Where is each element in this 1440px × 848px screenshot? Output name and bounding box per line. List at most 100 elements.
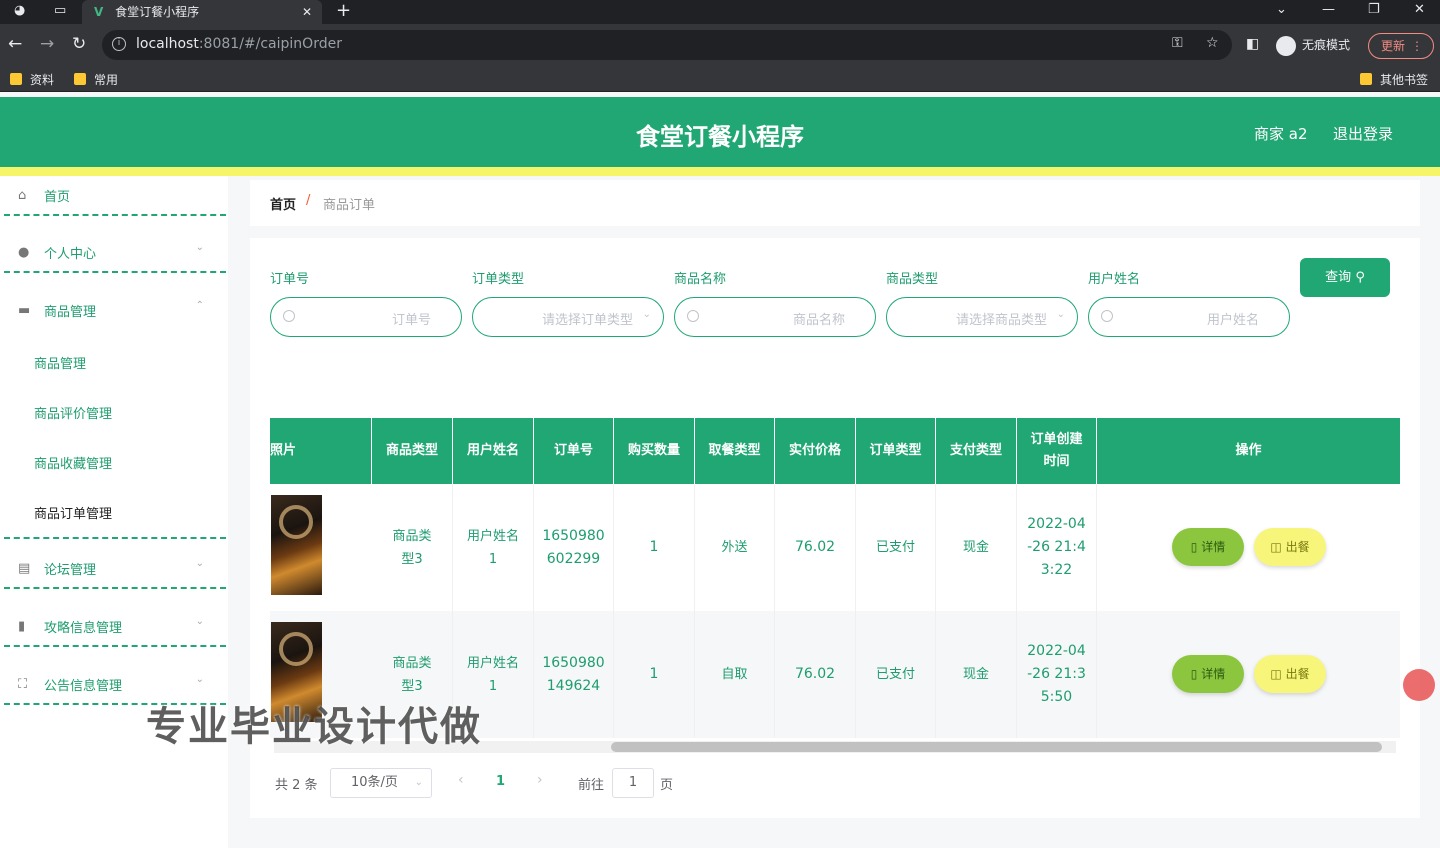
browser-tab[interactable]: V 食堂订餐小程序 ✕ [82,0,322,24]
order-no-label: 订单号 [270,272,310,287]
chevron-down-icon: ⌄ [195,558,204,569]
sidebar-item-label: 个人中心 [44,247,97,262]
select-placeholder: 请选择订单类型 [541,313,633,328]
sub-item-goods-manage[interactable]: 商品管理 [34,353,86,372]
browser-tab-bar: ◕ ▭ V 食堂订餐小程序 ✕ + ⌄ — ❐ ✕ [0,0,1440,24]
tab-overview-icon[interactable]: ▭ [54,3,66,18]
forward-icon[interactable]: → [40,34,54,54]
serve-button[interactable]: ◫ 出餐 [1254,655,1326,693]
browser-menu-icon[interactable]: ◕ [14,3,25,18]
col-header: 取餐类型 [695,418,775,484]
food-photo [271,495,322,595]
goto-page-input[interactable]: 1 [612,768,654,798]
home-icon: ⌂ [18,188,27,203]
cell-pickup-type: 外送 [695,484,775,611]
vue-logo-icon: V [94,5,104,19]
breadcrumb: 首页 / 商品订单 [250,180,1420,226]
goto-label: 前往 [578,778,605,793]
input-placeholder: 商品名称 [792,313,845,328]
sidebar-item-guide[interactable]: ▮ 攻略信息管理 ⌄ [4,607,226,647]
detail-button[interactable]: ▯ 详情 [1172,655,1244,693]
detail-button[interactable]: ▯ 详情 [1172,528,1244,566]
restore-icon[interactable]: ❐ [1368,0,1380,20]
page-unit-label: 页 [660,778,674,793]
goods-type-label: 商品类型 [886,272,939,287]
sidebar-item-goods[interactable]: ▬ 商品管理 ⌃ [4,291,226,331]
close-window-icon[interactable]: ✕ [1414,0,1425,20]
breadcrumb-current: 商品订单 [323,198,376,213]
table-header: 照片 商品类型 用户姓名 订单号 购买数量 取餐类型 实付价格 订单类型 支付类… [270,418,1400,484]
col-header: 用户姓名 [453,418,534,484]
col-header: 订单类型 [856,418,936,484]
chevron-down-icon: ⌄ [195,616,204,627]
col-header: 订单创建时间 [1017,418,1097,484]
page-size-select[interactable]: 10条/页 ⌄ [330,768,432,798]
watermark-text: 专业毕业设计代做 [146,704,482,750]
prev-page-icon[interactable]: ‹ [458,772,464,788]
side-panel-icon[interactable]: ◧ [1246,34,1259,54]
bookmark-star-icon[interactable]: ☆ [1206,35,1219,51]
incognito-indicator[interactable]: 无痕模式 [1276,32,1350,58]
site-info-icon[interactable]: i [112,37,126,51]
query-button[interactable]: 查询 ⚲ [1300,258,1390,297]
breadcrumb-home[interactable]: 首页 [270,194,296,213]
key-icon[interactable]: ⚿ [1172,35,1183,51]
header-accent-strip [0,167,1440,176]
sidebar-divider [4,499,226,539]
tab-search-icon[interactable]: ⌄ [1276,0,1287,20]
url-input[interactable]: i localhost:8081/#/caipinOrder ⚿ ☆ [102,30,1232,60]
cell-quantity: 1 [614,484,695,611]
bookmark-folder[interactable]: 资料 [10,71,54,88]
sidebar-item-forum[interactable]: ▤ 论坛管理 ⌄ [4,549,226,589]
order-no-input[interactable]: 订单号 [270,297,462,337]
order-type-select[interactable]: 请选择订单类型 ⌄ [472,297,664,337]
sub-item-goods-review[interactable]: 商品评价管理 [34,403,112,422]
cell-price: 76.02 [775,484,856,611]
next-page-icon[interactable]: › [537,772,543,788]
bookmark-folder[interactable]: 常用 [74,71,118,88]
cell-order-type: 已支付 [856,611,936,738]
close-tab-icon[interactable]: ✕ [302,0,312,24]
goods-name-input[interactable]: 商品名称 [674,297,876,337]
cell-quantity: 1 [614,611,695,738]
minimize-icon[interactable]: — [1322,0,1335,20]
cell-price: 76.02 [775,611,856,738]
breadcrumb-separator: / [306,193,311,208]
orders-table: 照片 商品类型 用户姓名 订单号 购买数量 取餐类型 实付价格 订单类型 支付类… [270,418,1400,740]
folder-icon [10,73,22,85]
goods-type-select[interactable]: 请选择商品类型 ⌄ [886,297,1078,337]
cell-pay-type: 现金 [936,484,1017,611]
back-icon[interactable]: ← [8,34,22,54]
chevron-down-icon: ⌄ [195,242,204,253]
app-title: 食堂订餐小程序 [636,123,804,151]
current-page[interactable]: 1 [496,774,505,789]
cell-user-name: 用户姓名1 [453,484,534,611]
sub-item-goods-favorite[interactable]: 商品收藏管理 [34,453,112,472]
cell-order-no: 1650980149624 [534,611,614,738]
address-bar: ← → ↻ i localhost:8081/#/caipinOrder ⚿ ☆… [0,24,1440,66]
col-header: 订单号 [534,418,614,484]
user-name-input[interactable]: 用户姓名 [1088,297,1290,337]
more-menu-icon: ⋮ [1411,39,1423,53]
logout-link[interactable]: 退出登录 [1333,123,1393,144]
sidebar-item-profile[interactable]: ● 个人中心 ⌄ [4,233,226,273]
scrollbar-thumb[interactable] [611,742,1382,752]
reload-icon[interactable]: ↻ [72,34,86,54]
col-header: 支付类型 [936,418,1017,484]
other-bookmarks[interactable]: 其他书签 [1360,71,1428,88]
serve-button[interactable]: ◫ 出餐 [1254,528,1326,566]
update-button[interactable]: 更新 ⋮ [1368,33,1434,59]
col-header: 实付价格 [775,418,856,484]
col-header: 购买数量 [614,418,695,484]
new-tab-icon[interactable]: + [336,0,351,22]
table-row: 商品类型3 用户姓名1 1650980602299 1 外送 76.02 已支付… [270,484,1400,611]
col-header: 商品类型 [372,418,453,484]
sidebar-item-home[interactable]: ⌂ 首页 [4,176,226,216]
sidebar-item-label: 论坛管理 [44,563,97,578]
cursor-highlight [1403,669,1435,701]
chevron-up-icon: ⌃ [195,300,204,311]
sidebar-item-label: 公告信息管理 [44,679,123,694]
incognito-icon [1276,35,1296,56]
pagination-total: 共 2 条 [275,778,318,793]
bookmarks-bar: 资料 常用 其他书签 [0,66,1440,92]
